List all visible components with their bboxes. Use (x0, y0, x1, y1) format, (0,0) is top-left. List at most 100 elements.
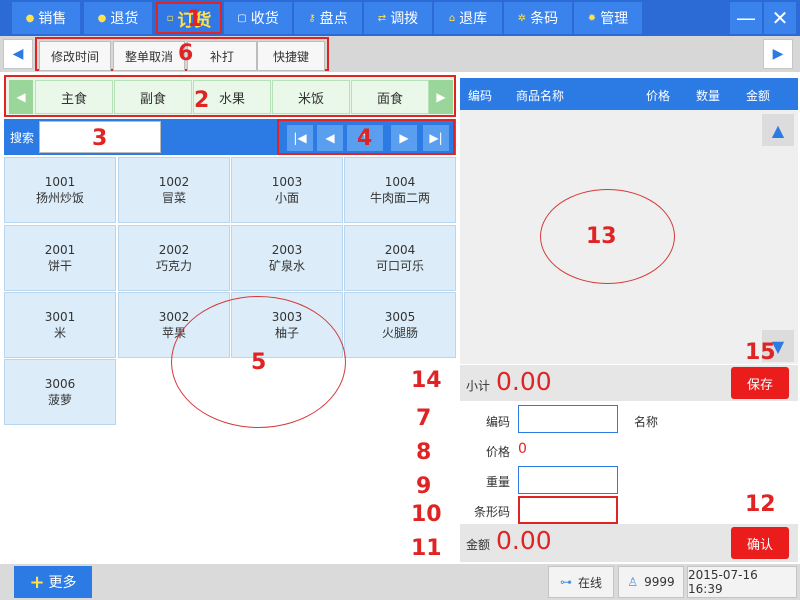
price-value: 0 (518, 441, 527, 457)
plus-icon: + (29, 571, 45, 593)
prev-page-button[interactable]: ◀ (317, 125, 343, 151)
product-code: 3001 (44, 310, 76, 324)
code-label: 编码 (486, 415, 511, 429)
toolbar-prev-button[interactable]: ◀ (3, 39, 33, 69)
product-code: 1001 (44, 175, 76, 189)
grid-icon: ✲ (517, 12, 527, 24)
close-button[interactable]: ✕ (764, 2, 796, 34)
category-item[interactable]: 主食 (35, 80, 113, 114)
category-item[interactable]: 面食 (351, 80, 429, 114)
product-code: 1003 (271, 175, 303, 189)
product-tile[interactable]: 1002 冒菜 (118, 157, 230, 223)
minimize-icon: — (736, 6, 756, 30)
last-page-button[interactable]: ▶| (423, 125, 449, 151)
product-tile[interactable]: 2004 可口可乐 (344, 225, 456, 291)
arrow-right-icon: ▶ (436, 90, 446, 104)
product-tile[interactable]: 2001 饼干 (4, 225, 116, 291)
weight-input[interactable] (518, 466, 618, 494)
product-name: 可口可乐 (375, 259, 424, 273)
transfer-icon: ⇄ (377, 12, 387, 24)
product-name: 菠萝 (47, 393, 72, 407)
code-input[interactable] (518, 405, 618, 433)
user-label: 9999 (644, 575, 675, 589)
status-bar: + 更多 ⊶ 在线 ♙ 9999 2015-07-16 16:39 (0, 564, 800, 600)
shortcut-button[interactable]: 快捷键 (257, 41, 325, 71)
product-code: 2003 (271, 243, 303, 257)
product-tile[interactable]: 3005 火腿肠 (344, 292, 456, 358)
product-tile[interactable]: 3001 米 (4, 292, 116, 358)
nav-tab-label: 调拨 (390, 11, 419, 27)
annotation-number: 4 (357, 126, 373, 151)
triangle-up-icon: ▲ (771, 120, 785, 140)
annotation-number: 9 (416, 474, 432, 499)
close-icon: ✕ (771, 6, 789, 30)
product-code: 3002 (158, 310, 190, 324)
nav-tab-label: 退库 (459, 11, 488, 27)
key-icon: ⚷ (308, 12, 316, 24)
product-tile[interactable]: 2002 巧克力 (118, 225, 230, 291)
home-icon: ⌂ (448, 12, 456, 24)
minimize-button[interactable]: — (730, 2, 762, 34)
column-header-code: 编码 (468, 89, 493, 103)
next-page-button[interactable]: ▶ (391, 125, 417, 151)
reprint-button[interactable]: 补打 (187, 41, 257, 71)
product-code: 3005 (384, 310, 416, 324)
nav-tab-receive[interactable]: ▢ 收货 (224, 2, 292, 34)
nav-tab-stock-return[interactable]: ⌂ 退库 (434, 2, 502, 34)
modify-time-button[interactable]: 修改时间 (39, 41, 111, 71)
product-name: 扬州炒饭 (35, 191, 84, 205)
annotation-number: 10 (411, 502, 442, 527)
nav-tab-label: 收货 (250, 11, 279, 27)
search-label: 搜索 (10, 131, 35, 145)
column-header-amount: 金额 (746, 89, 771, 103)
toolbar-next-button[interactable]: ▶ (763, 39, 793, 69)
category-item[interactable]: 米饭 (272, 80, 350, 114)
more-button[interactable]: + 更多 (14, 566, 92, 598)
product-tile[interactable]: 1004 牛肉面二两 (344, 157, 456, 223)
scroll-up-button[interactable]: ▲ (762, 114, 794, 146)
nav-tab-return[interactable]: ● 退货 (84, 2, 152, 34)
more-label: 更多 (48, 575, 77, 591)
datetime-display: 2015-07-16 16:39 (687, 566, 797, 598)
product-code: 1004 (384, 175, 416, 189)
product-code: 2002 (158, 243, 190, 257)
nav-tab-label: 管理 (600, 11, 629, 27)
first-page-icon: |◀ (293, 131, 307, 145)
amount-label: 金额 (466, 538, 491, 552)
nav-tab-sale[interactable]: ● 销售 (12, 2, 80, 34)
first-page-button[interactable]: |◀ (287, 125, 313, 151)
barcode-input[interactable] (518, 496, 618, 524)
column-header-name: 商品名称 (516, 89, 565, 103)
prev-page-icon: ◀ (325, 131, 335, 145)
amount-value: 0.00 (496, 526, 552, 555)
cancel-order-button[interactable]: 整单取消 (113, 41, 185, 71)
amount-row: 金额 0.00 确认 (460, 524, 798, 562)
product-tile[interactable]: 3006 菠萝 (4, 359, 116, 425)
annotation-number: 1 (187, 7, 203, 32)
nav-tab-manage[interactable]: ✹ 管理 (574, 2, 642, 34)
save-button[interactable]: 保存 (731, 367, 789, 399)
category-prev-button[interactable]: ◀ (9, 80, 33, 114)
product-tile[interactable]: 1003 小面 (231, 157, 343, 223)
nav-tab-barcode[interactable]: ✲ 条码 (504, 2, 572, 34)
product-name: 牛肉面二两 (369, 191, 430, 205)
weight-label: 重量 (486, 475, 511, 489)
online-label: 在线 (577, 575, 602, 590)
order-icon: ▫ (166, 12, 174, 24)
annotation-number: 14 (411, 368, 442, 393)
category-item[interactable]: 副食 (114, 80, 192, 114)
product-tile[interactable]: 1001 扬州炒饭 (4, 157, 116, 223)
last-page-icon: ▶| (429, 131, 443, 145)
top-nav-bar: ● 销售 ● 退货 ▫ 订货 ▢ 收货 ⚷ 盘点 ⇄ 调拨 ⌂ 退库 ✲ 条码 … (0, 0, 800, 36)
order-table-header: 编码 商品名称 价格 数量 金额 (460, 78, 798, 110)
annotation-number: 12 (745, 492, 776, 517)
annotation-number: 3 (92, 126, 108, 151)
next-page-icon: ▶ (399, 131, 409, 145)
confirm-button[interactable]: 确认 (731, 527, 789, 559)
annotation-number: 2 (194, 88, 210, 113)
nav-tab-transfer[interactable]: ⇄ 调拨 (364, 2, 432, 34)
category-next-button[interactable]: ▶ (429, 80, 453, 114)
product-tile[interactable]: 2003 矿泉水 (231, 225, 343, 291)
nav-tab-inventory[interactable]: ⚷ 盘点 (294, 2, 362, 34)
product-name: 巧克力 (155, 259, 192, 273)
